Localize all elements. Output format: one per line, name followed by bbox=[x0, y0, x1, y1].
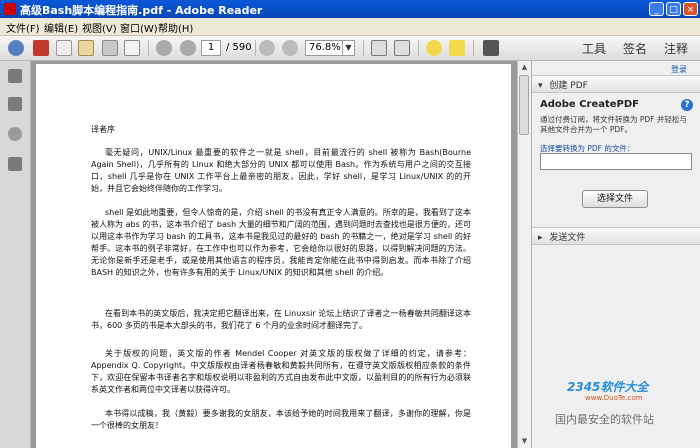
chevron-down-icon[interactable]: ▼ bbox=[342, 41, 354, 55]
toolbar-separator bbox=[418, 40, 419, 56]
chevron-right-icon: ▸ bbox=[538, 233, 543, 243]
title-bar: 高级Bash脚本编程指南.pdf - Adobe Reader _ □ × bbox=[0, 0, 700, 18]
window-title: 高级Bash脚本编程指南.pdf - Adobe Reader bbox=[20, 4, 263, 17]
menu-edit[interactable]: 编辑(E) bbox=[44, 20, 78, 35]
edit-icon[interactable] bbox=[56, 40, 72, 56]
menu-bar: 文件(F) 编辑(E) 视图(V) 窗口(W) 帮助(H) bbox=[0, 18, 700, 36]
scroll-down-icon[interactable]: ▼ bbox=[518, 435, 531, 448]
menu-help[interactable]: 帮助(H) bbox=[158, 20, 193, 35]
paragraph: shell 是如此地重要，但令人惊奇的是，介绍 shell 的书没有真正令人满意… bbox=[91, 208, 471, 277]
scroll-thumb[interactable] bbox=[519, 75, 529, 135]
tools-tab[interactable]: 工具 bbox=[582, 40, 606, 57]
file-path-field[interactable] bbox=[540, 153, 692, 170]
menu-window[interactable]: 窗口(W) bbox=[120, 20, 158, 35]
email-icon[interactable] bbox=[124, 40, 140, 56]
select-file-button[interactable]: 选择文件 bbox=[582, 190, 648, 208]
watermark-slogan: 国内最安全的软件站 bbox=[555, 413, 654, 426]
toolbar-separator bbox=[473, 40, 474, 56]
page-count: / 590 bbox=[226, 42, 252, 53]
create-pdf-section-header[interactable]: ▾ 创建 PDF bbox=[532, 75, 700, 93]
print-icon[interactable] bbox=[102, 40, 118, 56]
preface-heading: 译者序 bbox=[91, 125, 115, 134]
minimize-button[interactable]: _ bbox=[649, 2, 664, 16]
layers-icon[interactable] bbox=[8, 157, 22, 171]
attachments-icon[interactable] bbox=[8, 127, 22, 141]
watermark-brand: 2345软件大全 bbox=[567, 380, 649, 394]
createpdf-title: Adobe CreatePDF bbox=[540, 99, 640, 110]
bookmarks-icon[interactable] bbox=[8, 97, 22, 111]
create-icon[interactable] bbox=[8, 40, 24, 56]
comment-tab[interactable]: 注释 bbox=[664, 40, 688, 57]
comment-icon[interactable] bbox=[426, 40, 442, 56]
toolbar-separator bbox=[363, 40, 364, 56]
create-pdf-icon[interactable] bbox=[33, 40, 49, 56]
paragraph: 在看到本书的英文版后，我决定把它翻译出来，在 Linuxsir 论坛上结识了译者… bbox=[91, 309, 471, 330]
adobe-reader-icon bbox=[4, 3, 16, 15]
zoom-out-icon[interactable] bbox=[259, 40, 275, 56]
toolbar-separator bbox=[148, 40, 149, 56]
toolbar: 1 / 590 76.8% ▼ 工具 签名 注释 bbox=[0, 36, 700, 61]
menu-file[interactable]: 文件(F) bbox=[6, 20, 40, 35]
sign-tab[interactable]: 签名 bbox=[623, 40, 647, 57]
section-title: 发送文件 bbox=[549, 233, 586, 243]
document-area[interactable]: 译者序 毫无疑问，UNIX/Linux 最重要的软件之一就是 shell，目前最… bbox=[31, 61, 517, 448]
paragraph: 毫无疑问，UNIX/Linux 最重要的软件之一就是 shell，目前最流行的 … bbox=[91, 148, 471, 193]
page-number-input[interactable]: 1 bbox=[201, 40, 221, 56]
watermark-url: www.DuoTe.com bbox=[585, 394, 643, 402]
send-files-section-header[interactable]: ▸ 发送文件 bbox=[532, 227, 700, 245]
zoom-value: 76.8% bbox=[309, 42, 341, 53]
watermark: 2345软件大全 www.DuoTe.com 国内最安全的软件站 bbox=[555, 378, 695, 444]
pdf-page[interactable]: 译者序 毫无疑问，UNIX/Linux 最重要的软件之一就是 shell，目前最… bbox=[36, 64, 511, 448]
menu-view[interactable]: 视图(V) bbox=[82, 20, 117, 35]
fit-page-icon[interactable] bbox=[371, 40, 387, 56]
help-icon[interactable]: ? bbox=[681, 99, 693, 111]
paragraph: 关于版权的问题，英文版的作者 Mendel Cooper 对英文版的版权做了详细… bbox=[91, 349, 471, 394]
toolbar-separator bbox=[255, 40, 256, 56]
login-link[interactable]: 登录 bbox=[671, 64, 687, 75]
createpdf-description: 通过付费订阅，将文件转换为 PDF 并轻松与其他文件合并为一个 PDF。 bbox=[540, 115, 687, 134]
paragraph: 本书得以成稿，我（黄毅）要多谢我的女朋友，本该给予她的时间我用来了翻译，多谢你的… bbox=[91, 409, 471, 430]
arrow-down-icon[interactable] bbox=[180, 40, 196, 56]
fit-width-icon[interactable] bbox=[394, 40, 410, 56]
scroll-up-icon[interactable]: ▲ bbox=[518, 61, 531, 74]
page-thumbnails-icon[interactable] bbox=[8, 69, 22, 83]
arrow-up-icon[interactable] bbox=[156, 40, 172, 56]
zoom-select[interactable]: 76.8% ▼ bbox=[305, 40, 355, 56]
navigation-pane bbox=[0, 61, 31, 448]
fullscreen-icon[interactable] bbox=[483, 40, 499, 56]
highlight-icon[interactable] bbox=[449, 40, 465, 56]
maximize-button[interactable]: □ bbox=[666, 2, 681, 16]
close-button[interactable]: × bbox=[683, 2, 698, 16]
section-title: 创建 PDF bbox=[549, 81, 588, 91]
chevron-down-icon: ▾ bbox=[538, 81, 543, 91]
open-folder-icon[interactable] bbox=[78, 40, 94, 56]
vertical-scrollbar[interactable]: ▲ ▼ bbox=[517, 61, 531, 448]
zoom-in-icon[interactable] bbox=[282, 40, 298, 56]
